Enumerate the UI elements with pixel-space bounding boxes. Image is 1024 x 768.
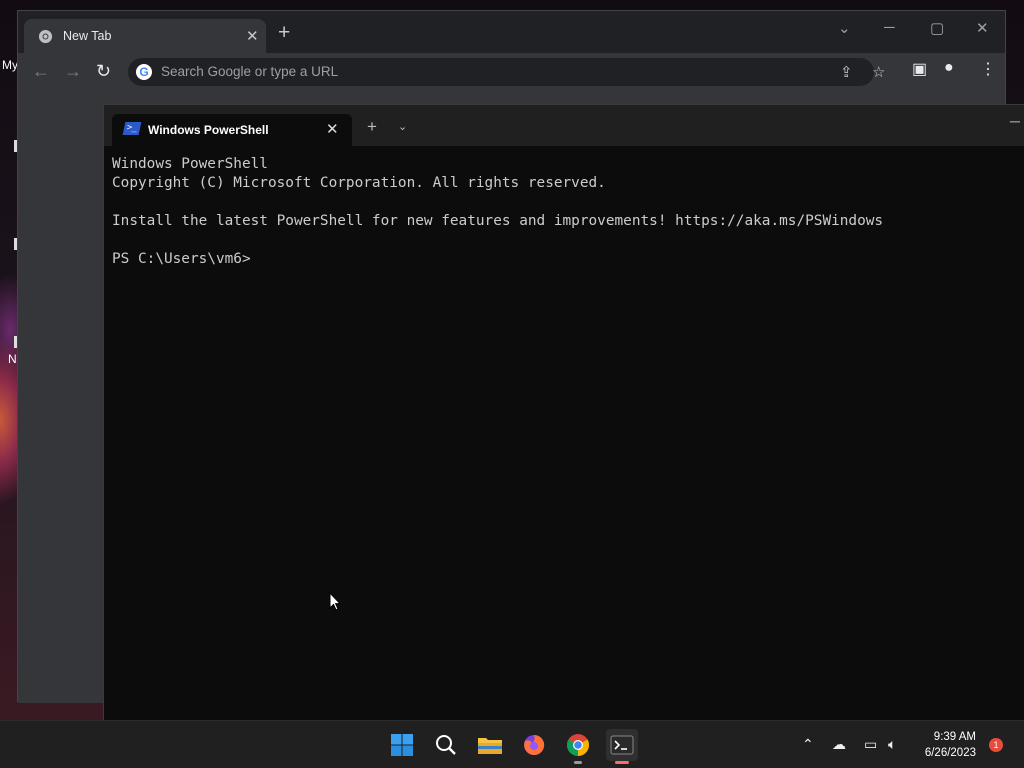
clock-date: 6/26/2023 [924,747,976,759]
notification-badge[interactable]: 1 [989,738,1003,752]
search-button[interactable] [430,729,462,761]
menu-kebab-icon[interactable]: ⋮ [980,59,996,79]
terminal-tab-bar: >_ Windows PowerShell ✕ + ⌄ ─ [104,105,1024,146]
terminal-tab-powershell[interactable]: >_ Windows PowerShell ✕ [112,114,352,146]
chrome-favicon-icon [38,29,53,44]
running-indicator [574,761,582,764]
firefox-icon [524,734,545,755]
tab-search-icon[interactable]: ⌄ [838,19,851,37]
chrome-tab-title: New Tab [63,29,112,43]
active-indicator [615,761,629,764]
terminal-button[interactable] [606,729,638,764]
close-tab-icon[interactable]: ✕ [326,120,339,138]
chrome-icon [567,734,589,756]
terminal-line: Install the latest PowerShell for new fe… [112,213,884,229]
minimize-icon[interactable]: ─ [884,19,895,36]
terminal-icon [610,735,634,755]
desktop-icon-label[interactable]: My [2,58,18,72]
side-panel-icon[interactable]: ▣ [912,59,927,79]
file-explorer-icon [478,738,502,754]
taskbar: ⌃ ☁ ▭ 🔈︎ 9:39 AM 6/26/2023 1 [0,720,1024,768]
address-bar-placeholder: Search Google or type a URL [161,64,339,79]
search-icon [436,735,456,755]
reload-icon[interactable]: ↻ [96,61,111,82]
start-button[interactable] [386,729,418,761]
bookmark-star-icon[interactable]: ☆ [872,63,885,81]
terminal-prompt: PS C:\Users\vm6> [112,251,251,267]
back-icon[interactable]: ← [32,61,50,82]
onedrive-icon[interactable]: ☁ [832,736,846,753]
address-bar[interactable]: G Search Google or type a URL ⇪ ☆ [128,58,885,86]
chrome-button[interactable] [562,729,594,764]
firefox-button[interactable] [518,729,550,761]
new-tab-button[interactable]: + [367,117,377,137]
terminal-tab-title: Windows PowerShell [148,123,269,137]
close-window-icon[interactable]: ✕ [976,19,989,37]
start-icon [391,734,413,756]
new-tab-button[interactable]: + [278,22,290,43]
chrome-toolbar: ← → ↻ G Search Google or type a URL ⇪ ☆ … [18,53,1005,91]
chrome-tab-new-tab[interactable]: New Tab ✕ [24,19,266,53]
maximize-icon[interactable]: ▢ [930,19,944,37]
volume-icon[interactable]: 🔈︎ [888,736,896,753]
google-icon: G [136,64,152,80]
profile-icon[interactable]: ● [944,59,954,77]
clock-time: 9:39 AM [933,731,976,743]
forward-icon[interactable]: → [64,61,82,82]
show-hidden-icons-icon[interactable]: ⌃ [802,736,814,753]
desktop-icon-label[interactable]: N [8,352,17,366]
chevron-down-icon[interactable]: ⌄ [398,120,407,133]
powershell-icon: >_ [122,122,142,135]
clock[interactable]: 9:39 AM 6/26/2023 [918,729,976,761]
close-tab-icon[interactable]: ✕ [246,27,259,45]
network-icon[interactable]: ▭ [864,736,877,753]
file-explorer-button[interactable] [474,729,506,761]
share-icon[interactable]: ⇪ [840,63,853,81]
terminal-line: Copyright (C) Microsoft Corporation. All… [112,175,606,191]
minimize-icon[interactable]: ─ [1010,113,1020,129]
mouse-cursor-icon [329,592,341,611]
terminal-output[interactable]: Windows PowerShell Copyright (C) Microsof… [112,155,883,269]
terminal-window: >_ Windows PowerShell ✕ + ⌄ ─ Windows Po… [103,104,1024,720]
chrome-tab-bar: New Tab ✕ + ⌄ ─ ▢ ✕ [18,11,1005,53]
terminal-line: Windows PowerShell [112,156,268,172]
